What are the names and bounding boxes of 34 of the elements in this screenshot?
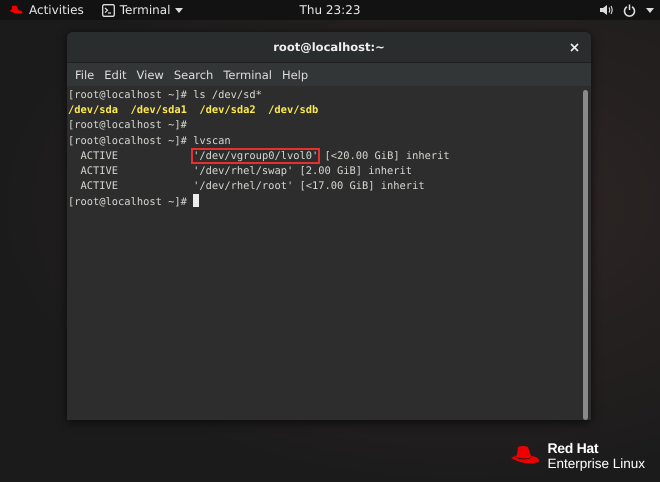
terminal-icon — [102, 4, 115, 16]
volume-icon[interactable] — [599, 4, 613, 16]
menu-item[interactable]: Terminal — [219, 68, 276, 82]
terminal-text: ACTIVE '/dev/rhel/root' [<17.00 GiB] inherit — [80, 180, 425, 192]
scrollbar[interactable] — [583, 90, 588, 420]
brand-name: Red Hat — [547, 440, 600, 456]
window-title: root@localhost:~ — [273, 40, 385, 54]
power-icon[interactable] — [623, 4, 636, 16]
terminal-text: [<20.00 GiB] inherit — [324, 150, 450, 162]
device-name: /dev/sdb — [268, 104, 318, 116]
menu-item[interactable]: Edit — [100, 68, 131, 82]
text-cursor — [193, 194, 200, 208]
terminal-text: [root@localhost ~]# lvscan — [68, 134, 231, 147]
caret-icon — [175, 8, 184, 12]
device-name: /dev/sda1 — [130, 104, 187, 116]
device-name: /dev/sda2 — [199, 104, 256, 116]
menu-item[interactable]: View — [132, 68, 168, 82]
caret-icon[interactable] — [646, 8, 654, 12]
clock[interactable]: Thu 23:23 — [300, 3, 360, 17]
terminal-text: [root@localhost ~]# ls /dev/sd* — [68, 89, 262, 101]
terminal-text: ACTIVE '/dev/rhel/swap' [2.00 GiB] inherit — [80, 164, 412, 177]
menu-item[interactable]: File — [71, 68, 98, 82]
menu-item[interactable]: Search — [170, 68, 218, 82]
terminal-text: [root@localhost ~]# — [68, 119, 187, 132]
hat-icon — [8, 5, 24, 15]
device-name: /dev/sda — [68, 104, 118, 116]
close-icon[interactable] — [570, 43, 579, 52]
terminal-text: ACTIVE — [80, 150, 120, 162]
highlighted-path: '/dev/vgroup0/lvol0' — [193, 150, 318, 162]
app-menu-button[interactable]: Terminal — [100, 3, 186, 17]
menu-item[interactable]: Help — [278, 68, 312, 82]
product-name: Enterprise Linux — [547, 456, 645, 472]
activities-button[interactable]: Activities — [6, 3, 86, 17]
terminal-text: [root@localhost ~]# — [68, 196, 187, 208]
